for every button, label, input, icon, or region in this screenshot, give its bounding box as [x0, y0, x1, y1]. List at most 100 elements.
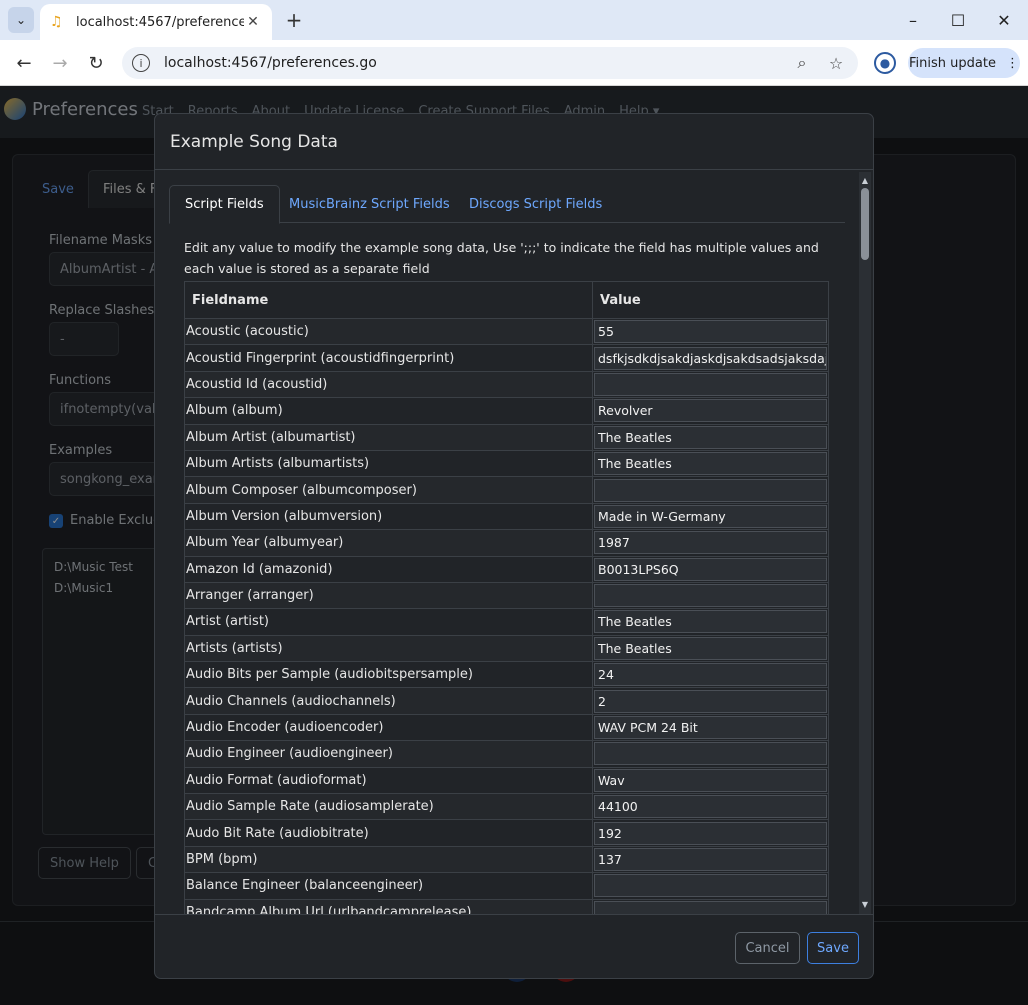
close-window-icon[interactable]: ✕ — [989, 6, 1019, 34]
modal-tabs: Script Fields MusicBrainz Script Fields … — [169, 185, 845, 224]
cancel-button[interactable]: Cancel — [735, 932, 800, 964]
value-cell: Wav — [592, 766, 829, 795]
value-cell: The Beatles — [592, 449, 829, 478]
field-name-cell: Artist (artist) — [184, 608, 593, 636]
table-row: Acoustic (acoustic) 55 — [184, 317, 829, 346]
value-input[interactable]: Wav — [594, 768, 827, 792]
minimize-icon[interactable]: – — [898, 6, 928, 34]
table-row: Audio Format (audioformat) Wav — [184, 766, 829, 795]
example-song-data-modal: Example Song Data Script Fields MusicBra… — [154, 113, 874, 979]
table-row: Audio Engineer (audioengineer) — [184, 740, 829, 768]
value-input[interactable]: The Beatles — [594, 452, 827, 476]
finish-update-button[interactable]: Finish update ⋮ — [908, 48, 1020, 78]
maximize-icon[interactable]: ☐ — [943, 6, 973, 34]
value-cell: 2 — [592, 687, 829, 715]
scrollbar-thumb[interactable] — [861, 188, 869, 260]
table-row: Album Year (albumyear) 1987 — [184, 529, 829, 557]
table-row: Album Composer (albumcomposer) — [184, 476, 829, 504]
value-cell — [592, 740, 829, 768]
song-data-table: Fieldname Value Acoustic (acoustic) 55 Aco… — [184, 281, 829, 914]
tab-search-chevron-icon[interactable]: ⌄ — [8, 7, 34, 33]
value-input[interactable]: Made in W-Germany — [594, 504, 827, 528]
field-name-cell: Album Year (albumyear) — [184, 529, 593, 557]
tab-script-fields[interactable]: Script Fields — [169, 185, 280, 224]
value-cell — [592, 370, 829, 399]
value-input[interactable]: 192 — [594, 821, 827, 845]
field-name-cell: Acoustid Fingerprint (acoustidfingerprin… — [184, 344, 593, 372]
scroll-up-icon[interactable]: ▲ — [859, 174, 871, 186]
field-name-cell: Acoustid Id (acoustid) — [184, 370, 593, 399]
field-name-cell: Audio Engineer (audioengineer) — [184, 740, 593, 768]
value-input[interactable]: 44100 — [594, 795, 827, 819]
finish-update-label: Finish update — [909, 55, 996, 71]
value-input[interactable]: 1987 — [594, 531, 827, 555]
value-input[interactable]: Revolver — [594, 399, 827, 423]
value-cell: The Beatles — [592, 608, 829, 636]
close-tab-icon[interactable]: ✕ — [244, 13, 262, 31]
tab-discogs-script-fields[interactable]: Discogs Script Fields — [454, 185, 617, 223]
table-row: Acoustid Id (acoustid) — [184, 370, 829, 399]
column-header-fieldname: Fieldname — [184, 281, 593, 319]
forward-icon[interactable]: → — [47, 50, 73, 76]
address-bar[interactable]: i localhost:4567/preferences.go ⌕ ☆ — [122, 47, 858, 79]
table-row: Album Version (albumversion) Made in W-Ge… — [184, 502, 829, 531]
value-input[interactable]: The Beatles — [594, 636, 827, 660]
modal-title: Example Song Data — [155, 114, 873, 170]
value-input[interactable]: The Beatles — [594, 610, 827, 634]
table-row: Acoustid Fingerprint (acoustidfingerprin… — [184, 344, 829, 372]
table-row: Audio Bits per Sample (audiobitspersampl… — [184, 661, 829, 689]
value-cell: 44100 — [592, 793, 829, 821]
value-input[interactable]: 2 — [594, 689, 827, 713]
table-row: Arranger (arranger) — [184, 581, 829, 610]
new-tab-icon[interactable]: + — [282, 8, 306, 32]
table-row: Album Artists (albumartists) The Beatles — [184, 449, 829, 478]
save-button[interactable]: Save — [807, 932, 859, 964]
value-input[interactable] — [594, 372, 827, 396]
back-icon[interactable]: ← — [11, 50, 37, 76]
browser-tab-bar: ⌄ ♫ localhost:4567/preferences.go ✕ + – … — [0, 0, 1028, 40]
reload-icon[interactable]: ↻ — [83, 50, 109, 76]
value-cell: dsfkjsdkdjsakdjaskdjsakdsadsjaksdajdsakd… — [592, 344, 829, 372]
value-cell: 24 — [592, 661, 829, 689]
browser-toolbar: ← → ↻ i localhost:4567/preferences.go ⌕ … — [0, 40, 1028, 86]
tab-musicbrainz-script-fields[interactable]: MusicBrainz Script Fields — [274, 185, 465, 223]
site-info-icon[interactable]: i — [132, 54, 150, 72]
field-name-cell: Balance Engineer (balanceengineer) — [184, 872, 593, 900]
value-input[interactable]: WAV PCM 24 Bit — [594, 716, 827, 740]
modal-scrollbar[interactable]: ▲ ▼ — [859, 172, 871, 914]
value-input[interactable] — [594, 874, 827, 898]
tab-title: localhost:4567/preferences.go — [76, 14, 244, 30]
value-input[interactable]: B0013LPS6Q — [594, 557, 827, 581]
table-row: Bandcamp Album Url (urlbandcamprelease) — [184, 898, 829, 914]
value-input[interactable] — [594, 478, 827, 502]
description-text: Edit any value to modify the example son… — [184, 240, 819, 276]
table-row: Audio Encoder (audioencoder) WAV PCM 24 B… — [184, 713, 829, 742]
value-input[interactable]: The Beatles — [594, 425, 827, 449]
value-input[interactable]: 24 — [594, 663, 827, 687]
value-input[interactable]: dsfkjsdkdjsakdjaskdjsakdsadsjaksdajdsakd… — [594, 346, 827, 370]
value-cell — [592, 898, 829, 914]
field-name-cell: Audo Bit Rate (audiobitrate) — [184, 819, 593, 847]
value-cell: The Beatles — [592, 634, 829, 663]
url-text[interactable]: localhost:4567/preferences.go — [164, 55, 780, 71]
field-name-cell: BPM (bpm) — [184, 845, 593, 874]
value-input[interactable] — [594, 900, 827, 914]
field-name-cell: Audio Encoder (audioencoder) — [184, 713, 593, 742]
table-row: Audio Sample Rate (audiosamplerate) 44100 — [184, 793, 829, 821]
value-input[interactable]: 55 — [594, 320, 827, 344]
more-menu-icon[interactable]: ⋮ — [1006, 56, 1019, 71]
field-name-cell: Acoustic (acoustic) — [184, 317, 593, 346]
value-input[interactable] — [594, 584, 827, 608]
value-cell — [592, 476, 829, 504]
scroll-down-icon[interactable]: ▼ — [859, 898, 871, 910]
column-header-value: Value — [592, 281, 829, 319]
bookmark-star-icon[interactable]: ☆ — [824, 54, 848, 73]
field-name-cell: Audio Bits per Sample (audiobitspersampl… — [184, 661, 593, 689]
value-input[interactable]: 137 — [594, 848, 827, 871]
zoom-icon[interactable]: ⌕ — [790, 53, 814, 73]
profile-icon[interactable]: ● — [874, 52, 896, 74]
value-input[interactable] — [594, 742, 827, 766]
browser-tab[interactable]: ♫ localhost:4567/preferences.go ✕ — [40, 4, 272, 40]
field-name-cell: Amazon Id (amazonid) — [184, 555, 593, 583]
value-cell: 55 — [592, 317, 829, 346]
